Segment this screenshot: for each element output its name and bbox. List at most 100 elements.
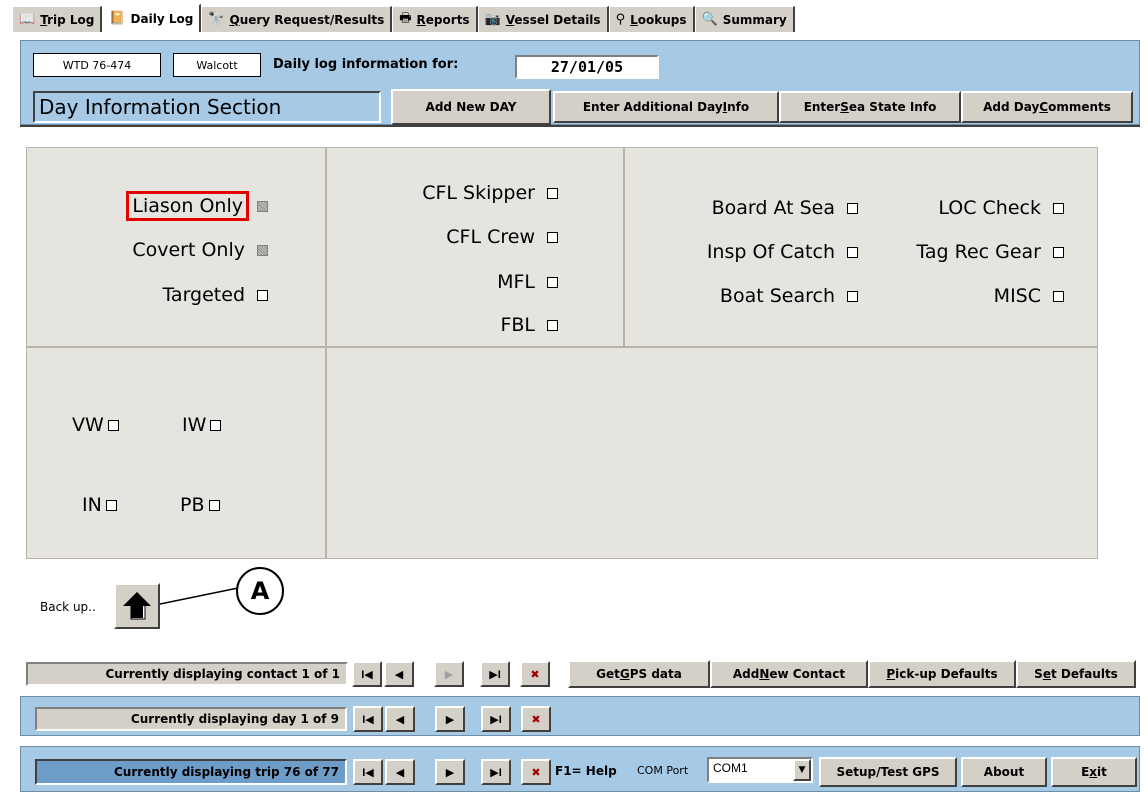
tab-vessel-details[interactable]: 📷 Vessel Details bbox=[477, 6, 609, 32]
vw-row[interactable]: VW bbox=[72, 414, 119, 436]
set-defaults-button[interactable]: Set Defaults bbox=[1016, 660, 1136, 688]
help-hint: F1= Help bbox=[555, 764, 617, 778]
tab-label: Query Request/Results bbox=[229, 12, 385, 27]
cfl-crew-row[interactable]: CFL Crew bbox=[446, 226, 558, 248]
about-button[interactable]: About bbox=[961, 757, 1047, 787]
delete-record-icon: ✖ bbox=[531, 713, 541, 726]
boat-search-checkbox[interactable] bbox=[847, 290, 858, 302]
cfl-skipper-label: CFL Skipper bbox=[422, 182, 535, 204]
cfl-crew-checkbox[interactable] bbox=[547, 231, 558, 243]
date-field[interactable]: 27/01/05 bbox=[515, 55, 659, 79]
last-record-icon: ▶I bbox=[490, 766, 502, 779]
day-first-button[interactable]: I◀ bbox=[353, 706, 383, 732]
trip-next-button[interactable]: ▶ bbox=[435, 759, 465, 785]
tab-lookups[interactable]: ⚲ Lookups bbox=[608, 6, 695, 32]
iw-checkbox[interactable] bbox=[210, 419, 222, 431]
get-gps-data-button[interactable]: Get G PS data bbox=[568, 660, 710, 688]
mfl-checkbox[interactable] bbox=[547, 276, 558, 288]
board-at-sea-row[interactable]: Board At Sea bbox=[712, 197, 858, 219]
tag-rec-gear-checkbox[interactable] bbox=[1053, 246, 1064, 258]
targeted-checkbox[interactable] bbox=[257, 289, 268, 301]
iw-row[interactable]: IW bbox=[182, 414, 222, 436]
board-at-sea-label: Board At Sea bbox=[711, 197, 835, 219]
trip-last-button[interactable]: ▶I bbox=[481, 759, 511, 785]
enter-sea-state-info-button[interactable]: Enter Sea State Info bbox=[779, 91, 961, 123]
add-new-day-button[interactable]: Add New DAY bbox=[391, 89, 551, 125]
fbl-row[interactable]: FBL bbox=[500, 314, 558, 336]
add-day-comments-button[interactable]: Add Day Comments bbox=[961, 91, 1133, 123]
day-last-button[interactable]: ▶I bbox=[481, 706, 511, 732]
next-record-icon: ▶ bbox=[444, 668, 454, 681]
in-checkbox[interactable] bbox=[105, 499, 117, 511]
cfl-skipper-checkbox[interactable] bbox=[547, 187, 558, 199]
add-new-contact-button[interactable]: Add New Contact bbox=[710, 660, 868, 688]
first-record-icon: I◀ bbox=[361, 668, 373, 681]
misc-checkbox[interactable] bbox=[1053, 290, 1064, 302]
pb-checkbox[interactable] bbox=[208, 499, 220, 511]
contact-last-button[interactable]: ▶I bbox=[480, 661, 510, 687]
day-next-button[interactable]: ▶ bbox=[435, 706, 465, 732]
backup-button[interactable] bbox=[114, 583, 160, 629]
fbl-checkbox[interactable] bbox=[547, 319, 558, 331]
trip-prev-button[interactable]: ◀ bbox=[385, 759, 415, 785]
targeted-label: Targeted bbox=[162, 284, 245, 306]
main-area: Liason Only Covert Only Targeted CFL Ski… bbox=[20, 125, 1140, 660]
chevron-down-icon[interactable]: ▼ bbox=[793, 759, 811, 781]
trip-nav-bar: Currently displaying trip 76 of 77 I◀ ◀ … bbox=[20, 746, 1140, 792]
day-prev-button[interactable]: ◀ bbox=[385, 706, 415, 732]
com-port-value: COM1 bbox=[713, 761, 748, 775]
pick-up-defaults-button[interactable]: Pick-up Defaults bbox=[868, 660, 1016, 688]
tab-daily-log[interactable]: 📔 Daily Log bbox=[102, 4, 202, 32]
vessel-name-field[interactable]: Walcott bbox=[173, 53, 261, 77]
vw-label: VW bbox=[72, 414, 104, 436]
tag-rec-gear-row[interactable]: Tag Rec Gear bbox=[916, 241, 1064, 263]
setup-test-gps-button[interactable]: Setup/Test GPS bbox=[819, 757, 957, 787]
mfl-row[interactable]: MFL bbox=[497, 271, 558, 293]
misc-row[interactable]: MISC bbox=[994, 285, 1064, 307]
liason-only-row[interactable]: Liason Only bbox=[126, 191, 268, 221]
covert-only-checkbox[interactable] bbox=[257, 244, 268, 256]
in-label: IN bbox=[82, 494, 102, 516]
header-panel: WTD 76-474 Walcott Daily log information… bbox=[20, 40, 1140, 125]
day-delete-button[interactable]: ✖ bbox=[521, 706, 551, 732]
tab-label: Daily Log bbox=[130, 11, 194, 26]
cfl-skipper-row[interactable]: CFL Skipper bbox=[422, 182, 558, 204]
prev-record-icon: ◀ bbox=[394, 668, 404, 681]
targeted-row[interactable]: Targeted bbox=[162, 284, 268, 306]
enter-additional-day-info-button[interactable]: Enter Additional Day Info bbox=[553, 91, 779, 123]
boat-search-label: Boat Search bbox=[719, 285, 835, 307]
liason-only-checkbox[interactable] bbox=[257, 200, 268, 212]
tab-summary[interactable]: 🔍 Summary bbox=[694, 6, 795, 32]
next-record-icon: ▶ bbox=[445, 766, 455, 779]
covert-only-row[interactable]: Covert Only bbox=[132, 239, 268, 261]
board-at-sea-checkbox[interactable] bbox=[847, 202, 858, 214]
loc-check-checkbox[interactable] bbox=[1053, 202, 1064, 214]
loc-check-row[interactable]: LOC Check bbox=[938, 197, 1064, 219]
contact-delete-button[interactable]: ✖ bbox=[520, 661, 550, 687]
book-icon: 📖 bbox=[19, 12, 36, 27]
insp-of-catch-row[interactable]: Insp Of Catch bbox=[707, 241, 858, 263]
up-arrow-icon bbox=[123, 592, 151, 620]
pb-label: PB bbox=[180, 494, 205, 516]
trip-status-label: Currently displaying trip 76 of 77 bbox=[35, 759, 347, 785]
tab-trip-log[interactable]: 📖 Trip Log bbox=[12, 6, 103, 32]
contact-prev-button[interactable]: ◀ bbox=[384, 661, 414, 687]
trip-delete-button[interactable]: ✖ bbox=[521, 759, 551, 785]
vessel-id-field[interactable]: WTD 76-474 bbox=[33, 53, 161, 77]
contact-nav-bar: Currently displaying contact 1 of 1 I◀ ◀… bbox=[20, 660, 1140, 688]
boat-search-row[interactable]: Boat Search bbox=[720, 285, 858, 307]
tab-query-request-results[interactable]: 🔭 Query Request/Results bbox=[201, 6, 393, 32]
day-status-label: Currently displaying day 1 of 9 bbox=[35, 707, 347, 731]
tab-reports[interactable]: 🖶 Reports bbox=[392, 6, 478, 32]
pb-row[interactable]: PB bbox=[180, 494, 220, 516]
insp-of-catch-checkbox[interactable] bbox=[847, 246, 858, 258]
exit-button[interactable]: Ex it bbox=[1051, 757, 1137, 787]
com-port-select[interactable]: COM1 ▼ bbox=[707, 757, 813, 783]
in-row[interactable]: IN bbox=[82, 494, 117, 516]
vw-checkbox[interactable] bbox=[107, 419, 119, 431]
last-record-icon: ▶I bbox=[490, 713, 502, 726]
contact-next-button[interactable]: ▶ bbox=[434, 661, 464, 687]
last-record-icon: ▶I bbox=[489, 668, 501, 681]
contact-first-button[interactable]: I◀ bbox=[352, 661, 382, 687]
trip-first-button[interactable]: I◀ bbox=[353, 759, 383, 785]
